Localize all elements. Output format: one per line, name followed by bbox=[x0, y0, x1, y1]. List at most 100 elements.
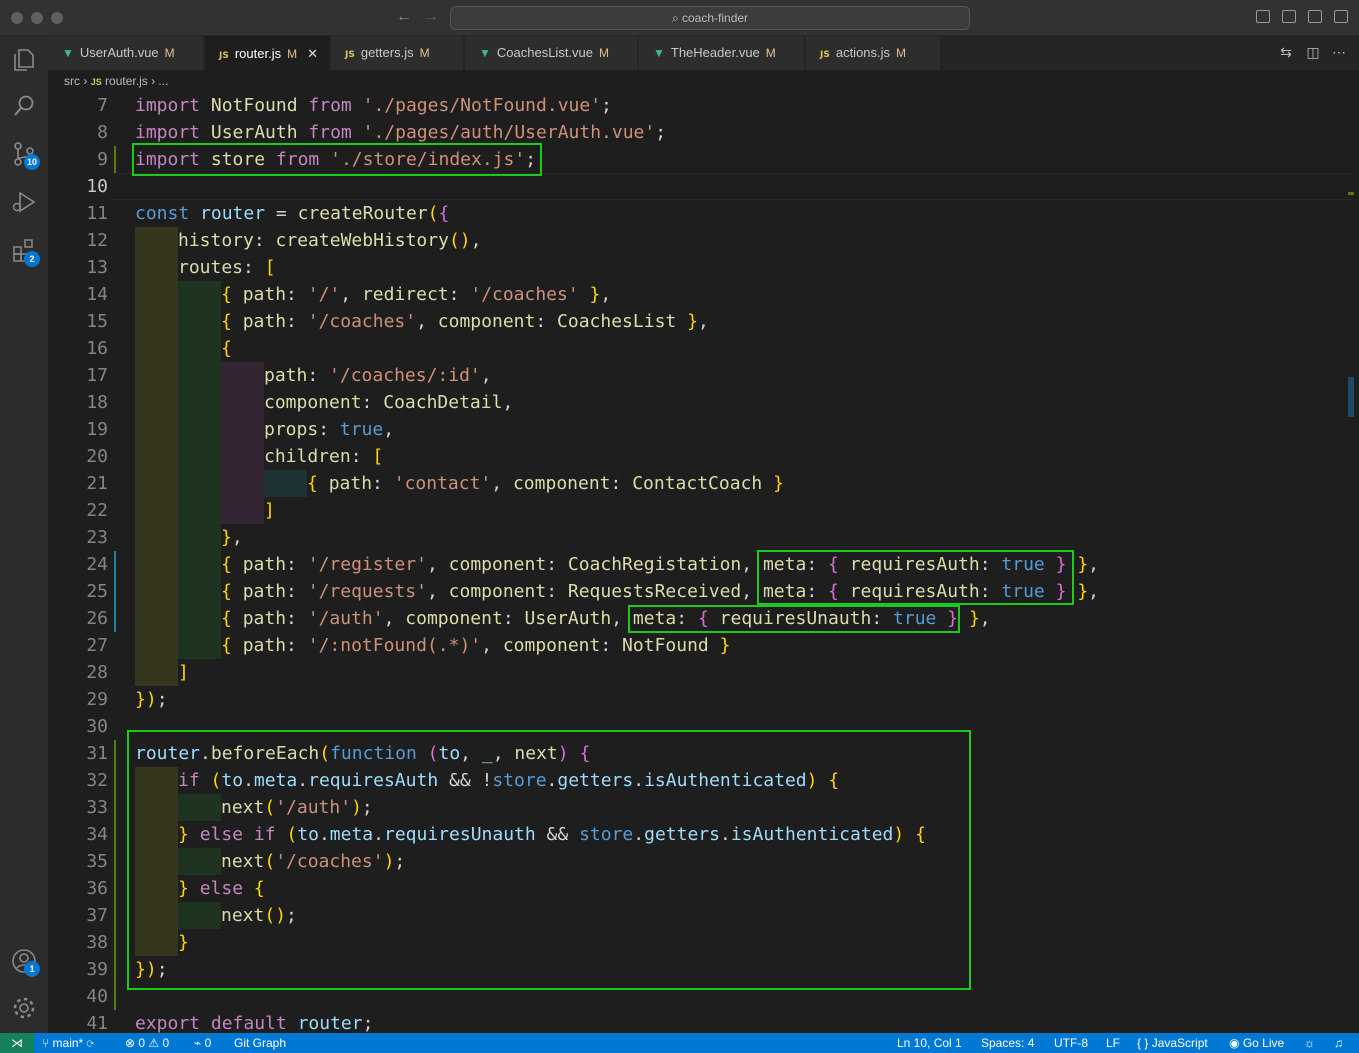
code-line[interactable]: 33 next('/auth'); bbox=[48, 794, 1348, 821]
code-line[interactable]: 32 if (to.meta.requiresAuth && !store.get… bbox=[48, 767, 1348, 794]
toggle-panel-icon[interactable] bbox=[1282, 10, 1296, 23]
line-number: 22 bbox=[86, 500, 108, 521]
remote-indicator-icon[interactable]: ⋊ bbox=[0, 1033, 34, 1053]
code-line[interactable]: 15 { path: '/coaches', component: Coaches… bbox=[48, 308, 1348, 335]
code-line[interactable]: 14 { path: '/', redirect: '/coaches' }, bbox=[48, 281, 1348, 308]
code-line[interactable]: 22] bbox=[48, 497, 1348, 524]
code-line[interactable]: 40 bbox=[48, 983, 1348, 1010]
branch-indicator[interactable]: ⑂ main* ⟳ bbox=[42, 1033, 94, 1053]
code-line[interactable]: 28] bbox=[48, 659, 1348, 686]
code-line[interactable]: 9 import store from './store/index.js'; bbox=[48, 146, 1348, 173]
line-number: 40 bbox=[86, 986, 108, 1007]
code-line[interactable]: 12 history: createWebHistory(), bbox=[48, 227, 1348, 254]
tab-actions-js[interactable]: JS actions.js M bbox=[806, 36, 941, 70]
line-number: 34 bbox=[86, 824, 108, 845]
code-line[interactable]: 24 { path: '/register', component: CoachR… bbox=[48, 551, 1348, 578]
code-line[interactable]: 13 routes: [ bbox=[48, 254, 1348, 281]
line-number: 35 bbox=[86, 851, 108, 872]
editor-tabs: ▼ UserAuth.vue M JS router.js M ✕ JS getters.j… bbox=[48, 36, 1359, 70]
code-line[interactable]: 21 { path: 'contact', component: ContactC… bbox=[48, 470, 1348, 497]
code-text: }); bbox=[135, 689, 168, 710]
code-line[interactable]: 17 path: '/coaches/:id', bbox=[48, 362, 1348, 389]
code-line[interactable]: 38} bbox=[48, 929, 1348, 956]
customize-layout-icon[interactable] bbox=[1334, 10, 1348, 23]
code-editor[interactable]: 7 import NotFound from './pages/NotFound.… bbox=[48, 92, 1359, 1033]
forward-arrow-icon[interactable]: → bbox=[423, 8, 439, 26]
warning-icon: ⚠ bbox=[145, 1036, 163, 1050]
code-line[interactable]: 31 router.beforeEach(function (to, _, nex… bbox=[48, 740, 1348, 767]
code-text: }, bbox=[221, 527, 243, 548]
code-text: ] bbox=[264, 500, 275, 521]
git-graph-button[interactable]: Git Graph bbox=[234, 1033, 286, 1053]
code-text: if (to.meta.requiresAuth && !store.gette… bbox=[178, 770, 840, 791]
line-number: 33 bbox=[86, 797, 108, 818]
go-live-button[interactable]: ◉ Go Live bbox=[1229, 1033, 1284, 1053]
code-line[interactable]: 37 next(); bbox=[48, 902, 1348, 929]
breadcrumb-file[interactable]: router.js bbox=[105, 74, 148, 88]
tab-coacheslist-vue[interactable]: ▼ CoachesList.vue M bbox=[465, 36, 638, 70]
code-line[interactable]: 30 bbox=[48, 713, 1348, 740]
tab-theheader-vue[interactable]: ▼ TheHeader.vue M bbox=[639, 36, 805, 70]
code-line[interactable]: 8 import UserAuth from './pages/auth/User… bbox=[48, 119, 1348, 146]
notifications-bell-icon[interactable]: ♫ bbox=[1334, 1033, 1343, 1053]
scrollbar-marker bbox=[1348, 192, 1354, 195]
code-line[interactable]: 29}); bbox=[48, 686, 1348, 713]
search-icon: ⌕ bbox=[671, 11, 682, 25]
encoding[interactable]: UTF-8 bbox=[1054, 1033, 1088, 1053]
code-line[interactable]: 11 const router = createRouter({ bbox=[48, 200, 1348, 227]
copilot-icon[interactable]: ☼ bbox=[1304, 1033, 1315, 1053]
code-line[interactable]: 34} else if (to.meta.requiresUnauth && s… bbox=[48, 821, 1348, 848]
tab-router-js[interactable]: JS router.js M ✕ bbox=[205, 36, 330, 70]
more-actions-icon[interactable]: ⋯ bbox=[1331, 44, 1347, 60]
code-line[interactable]: 36} else { bbox=[48, 875, 1348, 902]
command-center[interactable]: ⌕ coach-finder bbox=[450, 6, 970, 30]
end-of-line[interactable]: LF bbox=[1106, 1033, 1120, 1053]
accounts-badge: 1 bbox=[24, 961, 40, 977]
code-line[interactable]: 39}); bbox=[48, 956, 1348, 983]
code-line[interactable]: 25 { path: '/requests', component: Reques… bbox=[48, 578, 1348, 605]
line-number: 21 bbox=[86, 473, 108, 494]
explorer-icon[interactable] bbox=[10, 46, 38, 74]
line-number: 14 bbox=[86, 284, 108, 305]
code-text: { path: '/register', component: CoachReg… bbox=[221, 554, 1099, 575]
scm-badge: 10 bbox=[24, 154, 40, 170]
close-window-button[interactable] bbox=[11, 12, 23, 24]
code-line[interactable]: 16 { bbox=[48, 335, 1348, 362]
code-text: } else { bbox=[178, 878, 265, 899]
breadcrumb-symbols[interactable]: ... bbox=[158, 74, 168, 88]
code-line[interactable]: 19 props: true, bbox=[48, 416, 1348, 443]
toggle-sidebar-icon[interactable] bbox=[1256, 10, 1270, 23]
code-line[interactable]: 26 { path: '/auth', component: UserAuth, … bbox=[48, 605, 1348, 632]
line-number: 38 bbox=[86, 932, 108, 953]
problems-indicator[interactable]: ⊗ 0 ⚠ 0 bbox=[125, 1033, 169, 1053]
code-line[interactable]: 35 next('/coaches'); bbox=[48, 848, 1348, 875]
breadcrumb-folder[interactable]: src bbox=[64, 74, 80, 88]
tab-userauth-vue[interactable]: ▼ UserAuth.vue M bbox=[48, 36, 204, 70]
cursor-position[interactable]: Ln 10, Col 1 bbox=[897, 1033, 962, 1053]
code-line[interactable]: 18 component: CoachDetail, bbox=[48, 389, 1348, 416]
back-arrow-icon[interactable]: ← bbox=[396, 8, 412, 26]
tab-getters-js[interactable]: JS getters.js M bbox=[331, 36, 464, 70]
line-number: 20 bbox=[86, 446, 108, 467]
ports-indicator[interactable]: ⌁ 0 bbox=[194, 1033, 211, 1053]
split-editor-icon[interactable]: ◫ bbox=[1305, 44, 1321, 60]
code-line[interactable]: 10 bbox=[48, 173, 1348, 200]
language-mode[interactable]: { } JavaScript bbox=[1137, 1033, 1208, 1053]
window-title: coach-finder bbox=[682, 11, 749, 25]
open-changes-icon[interactable]: ⇆ bbox=[1278, 44, 1294, 60]
code-line[interactable]: 23}, bbox=[48, 524, 1348, 551]
toggle-secondary-sidebar-icon[interactable] bbox=[1308, 10, 1322, 23]
search-icon[interactable] bbox=[10, 92, 38, 120]
indentation[interactable]: Spaces: 4 bbox=[981, 1033, 1034, 1053]
close-icon[interactable]: ✕ bbox=[307, 46, 318, 61]
maximize-window-button[interactable] bbox=[51, 12, 63, 24]
line-number: 41 bbox=[86, 1013, 108, 1033]
minimize-window-button[interactable] bbox=[31, 12, 43, 24]
js-file-icon: JS bbox=[345, 50, 355, 60]
gear-icon[interactable] bbox=[10, 994, 38, 1022]
code-line[interactable]: 7 import NotFound from './pages/NotFound.… bbox=[48, 92, 1348, 119]
run-debug-icon[interactable] bbox=[10, 188, 38, 216]
code-line[interactable]: 41 export default router; bbox=[48, 1010, 1348, 1033]
code-line[interactable]: 20 children: [ bbox=[48, 443, 1348, 470]
code-line[interactable]: 27 { path: '/:notFound(.*)', component: N… bbox=[48, 632, 1348, 659]
